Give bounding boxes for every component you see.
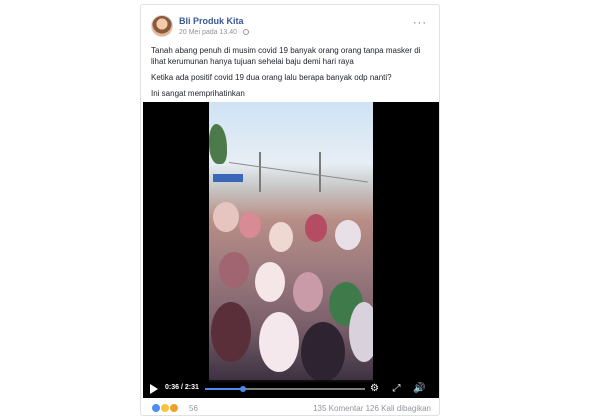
facebook-post-card: Bli Produk Kita 20 Mei pada 13.40 · ··· …: [140, 4, 440, 416]
video-tree: [209, 124, 227, 164]
reaction-count[interactable]: 56: [189, 404, 198, 413]
post-text: Tanah abang penuh di musim covid 19 bany…: [151, 45, 433, 104]
video-controls: 0:36 / 2:31 ⚙ ⤢ 🔊: [143, 380, 439, 398]
globe-icon: [243, 29, 250, 35]
crowd-person: [239, 212, 261, 238]
video-player[interactable]: 0:36 / 2:31 ⚙ ⤢ 🔊: [143, 102, 439, 398]
crowd-person: [269, 222, 293, 252]
fullscreen-icon[interactable]: ⤢: [391, 383, 402, 394]
play-icon[interactable]: [150, 384, 158, 394]
comments-link[interactable]: 135 Komentar: [313, 404, 363, 413]
crowd-person: [349, 302, 373, 362]
video-time: 0:36 / 2:31: [165, 384, 199, 391]
video-progress-bar[interactable]: [205, 386, 365, 392]
post-footer: 56 135 Komentar 126 Kali dibagikan: [151, 403, 431, 415]
page-avatar[interactable]: [151, 15, 173, 37]
video-pole: [319, 152, 321, 192]
video-progress-fill: [205, 388, 244, 390]
video-progress-knob[interactable]: [240, 386, 247, 392]
crowd-person: [219, 252, 249, 288]
volume-icon[interactable]: 🔊: [413, 383, 425, 394]
video-pole: [259, 152, 261, 192]
video-frame: [209, 102, 373, 382]
post-header: Bli Produk Kita 20 Mei pada 13.40 · ···: [151, 13, 429, 43]
post-paragraph: Ketika ada positif covid 19 dua orang la…: [151, 73, 392, 82]
post-paragraph: Tanah abang penuh di musim covid 19 bany…: [151, 46, 421, 66]
gear-icon[interactable]: ⚙: [369, 383, 380, 394]
post-timestamp[interactable]: 20 Mei pada 13.40 ·: [179, 29, 241, 36]
post-meta[interactable]: 20 Mei pada 13.40 ·: [179, 29, 250, 36]
post-stats: 135 Komentar 126 Kali dibagikan: [313, 404, 431, 413]
crowd-person: [259, 312, 299, 372]
more-options-icon[interactable]: ···: [413, 17, 427, 29]
crowd-person: [211, 302, 251, 362]
crowd-person: [293, 272, 323, 312]
crowd-person: [335, 220, 361, 250]
wow-reaction-icon: [169, 403, 179, 413]
crowd-person: [213, 202, 239, 232]
video-wire: [228, 162, 368, 183]
crowd-person: [255, 262, 285, 302]
shares-link[interactable]: 126 Kali dibagikan: [366, 404, 431, 413]
post-paragraph: Ini sangat memprihatinkan: [151, 89, 245, 98]
page-name-link[interactable]: Bli Produk Kita: [179, 16, 244, 26]
crowd-person: [301, 322, 345, 382]
video-banner: [213, 174, 243, 182]
crowd-person: [305, 214, 327, 242]
